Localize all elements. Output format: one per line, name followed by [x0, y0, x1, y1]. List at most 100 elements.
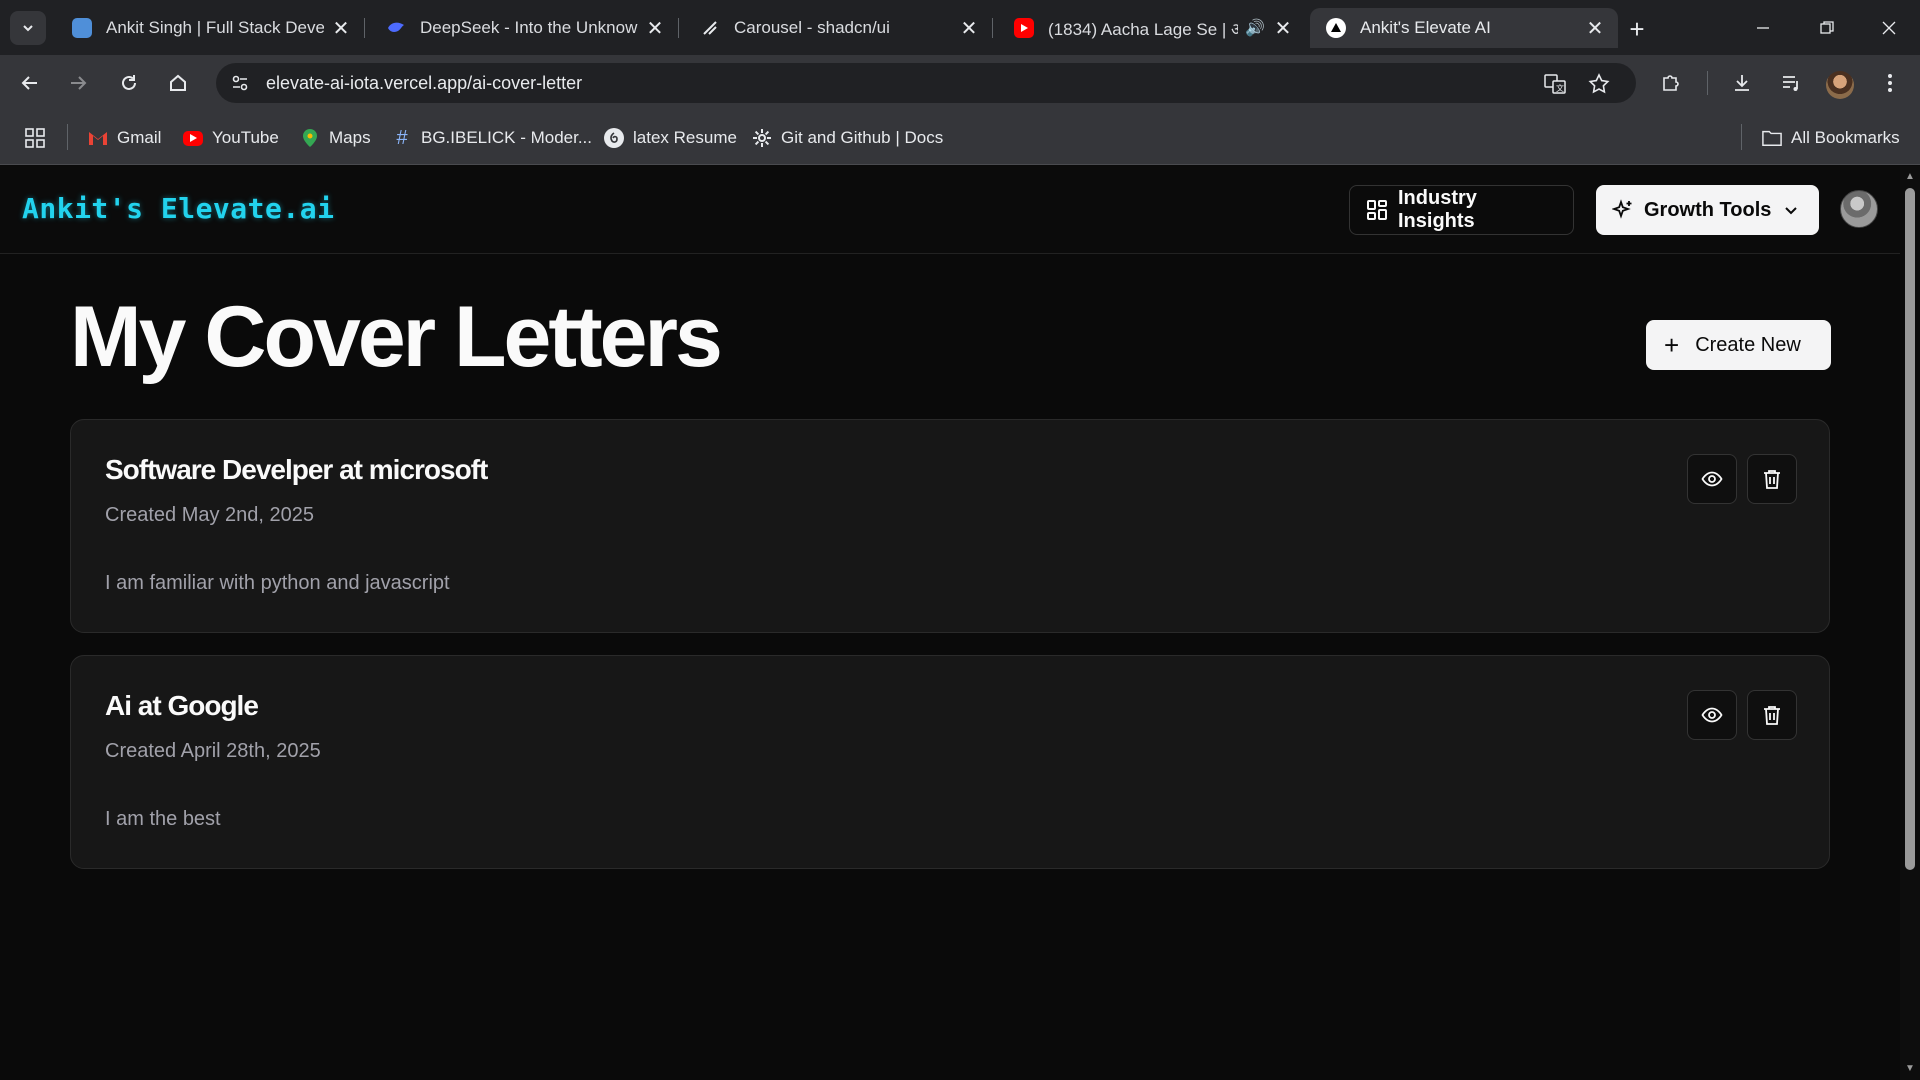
- create-new-button[interactable]: + Create New: [1646, 320, 1831, 370]
- speaker-icon[interactable]: 🔊: [1244, 17, 1266, 39]
- browser-tab[interactable]: Ankit Singh | Full Stack Develo ✕: [56, 8, 365, 48]
- youtube-icon: [1014, 18, 1034, 38]
- extensions-button[interactable]: [1655, 67, 1687, 99]
- bookmark-label: Maps: [329, 128, 371, 147]
- page-title: My Cover Letters: [70, 289, 723, 385]
- growth-tools-label: Growth Tools: [1644, 198, 1772, 221]
- cover-letter-description: I am the best: [105, 808, 221, 830]
- bookmark-bg-ibelick[interactable]: # BG.IBELICK - Moder...: [392, 125, 592, 151]
- playlist-icon: [1783, 76, 1798, 91]
- reload-icon: [122, 75, 136, 90]
- bookmark-gmail[interactable]: Gmail: [88, 125, 161, 151]
- gear-icon: [752, 128, 772, 148]
- bookmark-label: Gmail: [117, 128, 162, 147]
- bookmark-label: BG.IBELICK - Moder...: [421, 128, 593, 147]
- industry-insights-button[interactable]: Industry Insights: [1349, 185, 1574, 235]
- menu-button[interactable]: [1874, 67, 1906, 99]
- downloads-button[interactable]: [1726, 67, 1758, 99]
- back-button[interactable]: [14, 67, 46, 99]
- browser-tab[interactable]: DeepSeek - Into the Unknown ✕: [370, 8, 679, 48]
- app-logo[interactable]: Ankit's Elevate.ai: [22, 192, 334, 225]
- bookmark-label: Git and Github | Docs: [781, 128, 944, 147]
- delete-button[interactable]: [1747, 454, 1797, 504]
- scrollbar-thumb[interactable]: [1905, 188, 1915, 870]
- bookmark-label: latex Resume: [633, 128, 737, 147]
- close-icon: [1882, 21, 1896, 35]
- delete-button[interactable]: [1747, 690, 1797, 740]
- browser-tab-active[interactable]: Ankit's Elevate AI ✕: [1310, 8, 1618, 48]
- scroll-up-arrow[interactable]: ▲: [1904, 172, 1916, 182]
- restore-button[interactable]: [1804, 10, 1850, 46]
- cover-letter-card[interactable]: Ai at Google Created April 28th, 2025 I …: [70, 655, 1830, 869]
- browser-profile-avatar[interactable]: [1826, 71, 1854, 99]
- svg-text:文: 文: [1556, 83, 1564, 93]
- trash-icon: [1764, 706, 1780, 725]
- trash-icon: [1764, 470, 1780, 489]
- browser-tab[interactable]: (1834) Aacha Lage Se | अ 🔊 ✕: [998, 8, 1306, 48]
- home-button[interactable]: [162, 67, 194, 99]
- cover-letter-title: Software Develper at microsoft: [105, 454, 488, 485]
- close-window-button[interactable]: [1866, 10, 1912, 46]
- apps-button[interactable]: [24, 125, 46, 151]
- vercel-icon: [1326, 18, 1346, 38]
- close-tab-icon[interactable]: ✕: [1272, 17, 1294, 40]
- all-bookmarks-button[interactable]: All Bookmarks: [1762, 125, 1900, 151]
- media-control-button[interactable]: [1775, 67, 1807, 99]
- gmail-icon: [88, 128, 108, 148]
- bookmark-star-icon[interactable]: [1586, 71, 1612, 97]
- close-tab-icon[interactable]: ✕: [1584, 17, 1606, 40]
- tab-separator: [364, 18, 365, 38]
- chevron-down-icon: [1783, 202, 1799, 218]
- more-vert-icon: [1888, 74, 1892, 92]
- bookmark-maps[interactable]: Maps: [300, 125, 371, 151]
- view-button[interactable]: [1687, 690, 1737, 740]
- user-avatar[interactable]: [1840, 190, 1878, 228]
- reload-button[interactable]: [113, 67, 145, 99]
- layout-dashboard-icon: [1366, 199, 1388, 221]
- bookmark-git-github-docs[interactable]: Git and Github | Docs: [752, 125, 943, 151]
- industry-insights-label: Industry Insights: [1398, 187, 1477, 232]
- hash-icon: #: [396, 126, 408, 149]
- tab-title: Ankit's Elevate AI: [1360, 18, 1491, 37]
- view-button[interactable]: [1687, 454, 1737, 504]
- scroll-down-arrow[interactable]: ▼: [1904, 1064, 1916, 1074]
- tab-search-button[interactable]: [10, 11, 46, 45]
- page-scrollbar[interactable]: ▲ ▼: [1900, 166, 1920, 1080]
- toolbar-divider: [1707, 71, 1708, 95]
- bookmark-latex-resume[interactable]: latex Resume: [604, 125, 737, 151]
- forward-button[interactable]: [62, 67, 94, 99]
- cover-letter-card[interactable]: Software Develper at microsoft Created M…: [70, 419, 1830, 633]
- chevron-down-icon: [23, 25, 33, 32]
- tab-separator: [992, 18, 993, 38]
- growth-tools-button[interactable]: Growth Tools: [1596, 185, 1819, 235]
- maps-icon: [300, 128, 320, 148]
- bookmark-youtube[interactable]: YouTube: [183, 125, 279, 151]
- cover-letter-description: I am familiar with python and javascript: [105, 572, 450, 594]
- new-tab-button[interactable]: +: [1622, 14, 1652, 44]
- browser-tab[interactable]: Carousel - shadcn/ui ✕: [684, 8, 993, 48]
- address-bar[interactable]: elevate-ai-iota.vercel.app/ai-cover-lett…: [216, 63, 1636, 103]
- bookmarks-bar: Gmail YouTube Maps # BG.IBELICK - Moder.…: [0, 111, 1920, 165]
- minimize-button[interactable]: [1740, 10, 1786, 46]
- site-info-icon[interactable]: [228, 71, 252, 95]
- overleaf-icon: [604, 128, 624, 148]
- tab-title: Carousel - shadcn/ui: [734, 18, 890, 37]
- tab-title: (1834) Aacha Lage Se | अ: [1048, 19, 1238, 39]
- translate-icon[interactable]: 文: [1542, 71, 1568, 97]
- close-tab-icon[interactable]: ✕: [644, 17, 666, 40]
- tab-title: DeepSeek - Into the Unknown: [420, 18, 638, 37]
- download-icon: [1735, 75, 1749, 91]
- close-tab-icon[interactable]: ✕: [958, 17, 980, 40]
- folder-icon: [1762, 128, 1782, 148]
- app-header: Ankit's Elevate.ai Industry Insights Gro…: [0, 166, 1900, 254]
- close-tab-icon[interactable]: ✕: [330, 17, 352, 40]
- create-new-label: Create New: [1695, 333, 1801, 356]
- cover-letter-date: Created May 2nd, 2025: [105, 504, 315, 526]
- arrow-right-icon: [71, 76, 87, 90]
- restore-icon: [1820, 21, 1834, 34]
- apps-grid-icon: [25, 128, 45, 148]
- browser-toolbar: elevate-ai-iota.vercel.app/ai-cover-lett…: [0, 55, 1920, 111]
- tab-title: Ankit Singh | Full Stack Develo: [106, 18, 324, 37]
- tab-separator: [678, 18, 679, 38]
- youtube-icon: [183, 130, 203, 146]
